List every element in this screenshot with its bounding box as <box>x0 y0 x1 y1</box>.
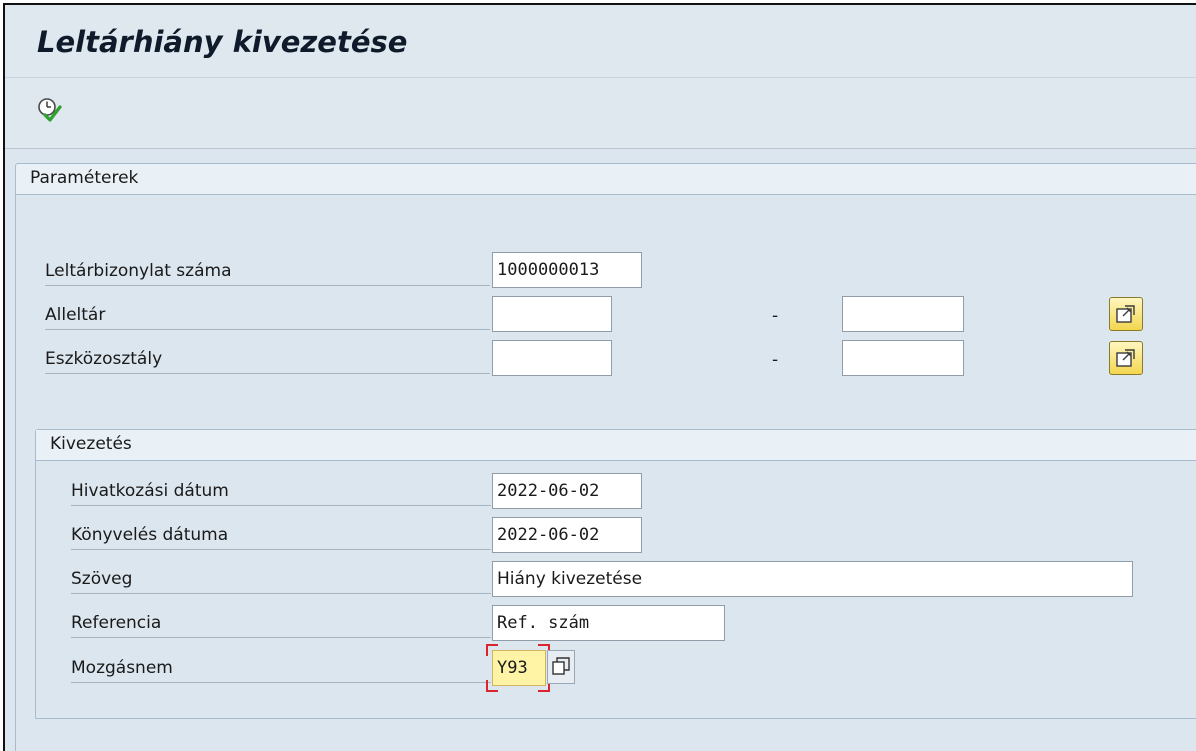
focus-indicator <box>486 644 498 656</box>
posting-date-label: Könyvelés dátuma <box>71 523 491 550</box>
inventory-doc-number-label: Leltárbizonylat száma <box>45 259 490 286</box>
focus-indicator <box>486 680 498 692</box>
inventory-doc-number-field[interactable]: 1000000013 <box>492 252 642 288</box>
sub-inventory-label: Alleltár <box>45 303 490 330</box>
multiple-selection-icon <box>1116 349 1135 367</box>
reference-date-field[interactable]: 2022-06-02 <box>492 473 642 509</box>
range-separator: - <box>772 306 779 326</box>
reference-label: Referencia <box>71 611 491 638</box>
movement-type-label: Mozgásnem <box>71 656 491 683</box>
asset-class-from-field[interactable] <box>492 340 612 376</box>
asset-class-to-field[interactable] <box>842 340 964 376</box>
sub-inventory-from-field[interactable] <box>492 296 612 332</box>
reference-date-label: Hivatkozási dátum <box>71 479 491 506</box>
posting-date-field[interactable]: 2022-06-02 <box>492 517 642 553</box>
writeoff-group-header: Kivezetés <box>36 430 1196 461</box>
title-bar: Leltárhiány kivezetése <box>5 5 1196 78</box>
selection-screen: Paraméterek Leltárbizonylat száma 100000… <box>5 153 1196 751</box>
value-help-icon <box>552 657 570 675</box>
reference-field[interactable]: Ref. szám <box>492 605 725 641</box>
text-label: Szöveg <box>71 567 491 594</box>
value-help-button[interactable] <box>547 650 575 684</box>
asset-class-label: Eszközosztály <box>45 347 490 374</box>
asset-class-multiple-selection-button[interactable] <box>1109 341 1143 375</box>
text-field[interactable]: Hiány kivezetése <box>492 561 1133 597</box>
writeoff-group-title: Kivezetés <box>50 434 132 454</box>
execute-icon[interactable] <box>35 95 65 125</box>
sub-inventory-to-field[interactable] <box>842 296 964 332</box>
sap-window: Leltárhiány kivezetése Paraméterek Leltá… <box>3 3 1196 751</box>
parameters-section-header: Paraméterek <box>15 163 1196 195</box>
sub-inventory-multiple-selection-button[interactable] <box>1109 297 1143 331</box>
application-toolbar <box>5 78 1196 149</box>
multiple-selection-icon <box>1116 305 1135 323</box>
range-separator: - <box>772 350 779 370</box>
parameters-section-title: Paraméterek <box>30 168 139 188</box>
page-title: Leltárhiány kivezetése <box>37 25 408 59</box>
